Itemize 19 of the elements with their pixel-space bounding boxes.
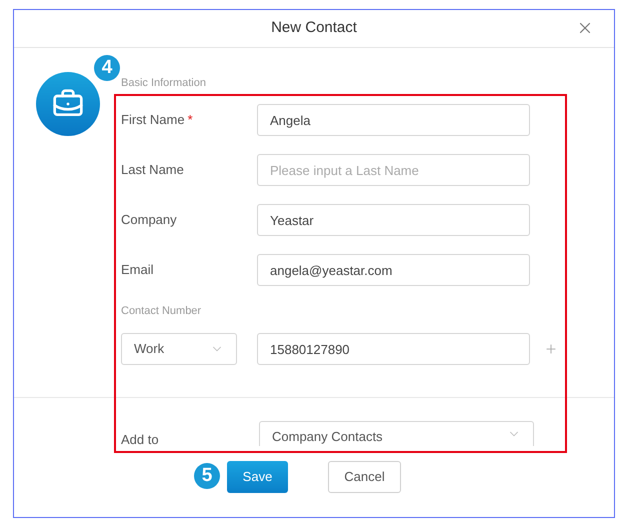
- field-label: Email: [121, 261, 154, 280]
- text-field[interactable]: Angela: [257, 104, 530, 136]
- type-select[interactable]: Work: [121, 333, 237, 365]
- cancel-button[interactable]: Cancel: [328, 461, 401, 493]
- save-button[interactable]: Save: [227, 461, 288, 493]
- text-field[interactable]: Please input a Last Name: [257, 154, 530, 186]
- field-label: First Name: [121, 111, 185, 130]
- field-label: Last Name: [121, 161, 184, 180]
- field-label: Company: [121, 211, 177, 230]
- field-label: Add to: [121, 431, 160, 449]
- text-field[interactable]: angela@yeastar.com: [257, 254, 530, 286]
- window-title: New Contact: [271, 18, 357, 38]
- group-select[interactable]: Company Contacts: [259, 421, 534, 446]
- phone-field[interactable]: 15880127890: [257, 333, 530, 365]
- section-title: Basic Information: [121, 76, 207, 90]
- required-mark: *: [188, 111, 193, 130]
- add-icon[interactable]: [544, 342, 558, 356]
- section-title: Contact Number: [121, 304, 202, 318]
- text-field[interactable]: Yeastar: [257, 204, 530, 236]
